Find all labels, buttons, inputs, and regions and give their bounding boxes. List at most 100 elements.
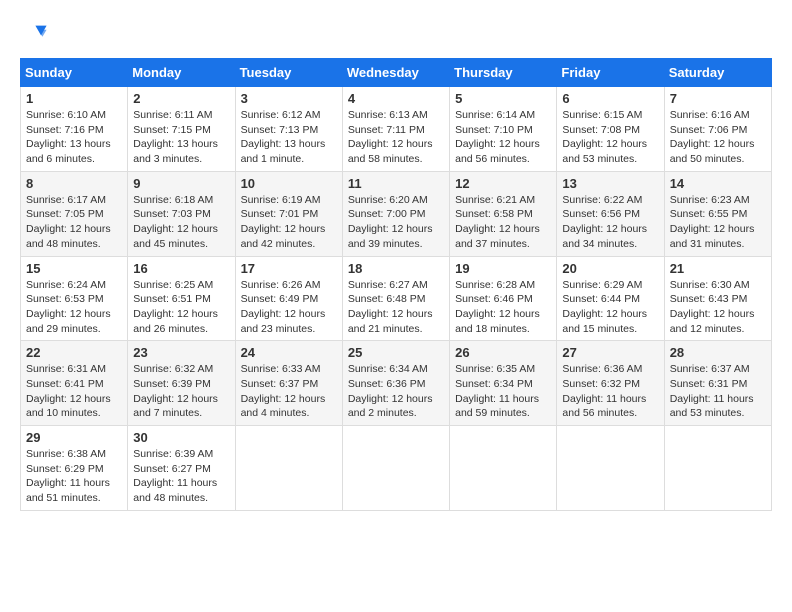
weekday-header-friday: Friday: [557, 59, 664, 87]
day-content: Sunrise: 6:24 AM Sunset: 6:53 PM Dayligh…: [26, 278, 122, 337]
day-number: 22: [26, 345, 122, 360]
logo: [20, 20, 52, 48]
day-number: 21: [670, 261, 766, 276]
weekday-header-row: SundayMondayTuesdayWednesdayThursdayFrid…: [21, 59, 772, 87]
weekday-header-monday: Monday: [128, 59, 235, 87]
day-content: Sunrise: 6:26 AM Sunset: 6:49 PM Dayligh…: [241, 278, 337, 337]
day-content: Sunrise: 6:17 AM Sunset: 7:05 PM Dayligh…: [26, 193, 122, 252]
calendar-table: SundayMondayTuesdayWednesdayThursdayFrid…: [20, 58, 772, 511]
day-content: Sunrise: 6:10 AM Sunset: 7:16 PM Dayligh…: [26, 108, 122, 167]
day-number: 13: [562, 176, 658, 191]
day-number: 3: [241, 91, 337, 106]
day-content: Sunrise: 6:33 AM Sunset: 6:37 PM Dayligh…: [241, 362, 337, 421]
calendar-cell: 22 Sunrise: 6:31 AM Sunset: 6:41 PM Dayl…: [21, 341, 128, 426]
calendar-cell: 17 Sunrise: 6:26 AM Sunset: 6:49 PM Dayl…: [235, 256, 342, 341]
calendar-week-3: 15 Sunrise: 6:24 AM Sunset: 6:53 PM Dayl…: [21, 256, 772, 341]
day-content: Sunrise: 6:11 AM Sunset: 7:15 PM Dayligh…: [133, 108, 229, 167]
day-number: 16: [133, 261, 229, 276]
calendar-cell: 27 Sunrise: 6:36 AM Sunset: 6:32 PM Dayl…: [557, 341, 664, 426]
day-content: Sunrise: 6:38 AM Sunset: 6:29 PM Dayligh…: [26, 447, 122, 506]
calendar-cell: 11 Sunrise: 6:20 AM Sunset: 7:00 PM Dayl…: [342, 171, 449, 256]
calendar-cell: 2 Sunrise: 6:11 AM Sunset: 7:15 PM Dayli…: [128, 87, 235, 172]
day-content: Sunrise: 6:16 AM Sunset: 7:06 PM Dayligh…: [670, 108, 766, 167]
day-content: Sunrise: 6:32 AM Sunset: 6:39 PM Dayligh…: [133, 362, 229, 421]
day-number: 26: [455, 345, 551, 360]
weekday-header-tuesday: Tuesday: [235, 59, 342, 87]
weekday-header-saturday: Saturday: [664, 59, 771, 87]
day-content: Sunrise: 6:14 AM Sunset: 7:10 PM Dayligh…: [455, 108, 551, 167]
calendar-cell: 23 Sunrise: 6:32 AM Sunset: 6:39 PM Dayl…: [128, 341, 235, 426]
day-number: 9: [133, 176, 229, 191]
day-content: Sunrise: 6:25 AM Sunset: 6:51 PM Dayligh…: [133, 278, 229, 337]
calendar-week-4: 22 Sunrise: 6:31 AM Sunset: 6:41 PM Dayl…: [21, 341, 772, 426]
day-content: Sunrise: 6:22 AM Sunset: 6:56 PM Dayligh…: [562, 193, 658, 252]
day-number: 7: [670, 91, 766, 106]
calendar-cell: [342, 426, 449, 511]
day-number: 17: [241, 261, 337, 276]
calendar-cell: 24 Sunrise: 6:33 AM Sunset: 6:37 PM Dayl…: [235, 341, 342, 426]
day-number: 15: [26, 261, 122, 276]
calendar-cell: 10 Sunrise: 6:19 AM Sunset: 7:01 PM Dayl…: [235, 171, 342, 256]
day-content: Sunrise: 6:39 AM Sunset: 6:27 PM Dayligh…: [133, 447, 229, 506]
day-content: Sunrise: 6:20 AM Sunset: 7:00 PM Dayligh…: [348, 193, 444, 252]
calendar-cell: 21 Sunrise: 6:30 AM Sunset: 6:43 PM Dayl…: [664, 256, 771, 341]
day-number: 11: [348, 176, 444, 191]
day-content: Sunrise: 6:27 AM Sunset: 6:48 PM Dayligh…: [348, 278, 444, 337]
calendar-cell: 28 Sunrise: 6:37 AM Sunset: 6:31 PM Dayl…: [664, 341, 771, 426]
day-number: 18: [348, 261, 444, 276]
weekday-header-thursday: Thursday: [450, 59, 557, 87]
calendar-cell: 19 Sunrise: 6:28 AM Sunset: 6:46 PM Dayl…: [450, 256, 557, 341]
calendar-cell: 8 Sunrise: 6:17 AM Sunset: 7:05 PM Dayli…: [21, 171, 128, 256]
day-content: Sunrise: 6:23 AM Sunset: 6:55 PM Dayligh…: [670, 193, 766, 252]
day-number: 23: [133, 345, 229, 360]
calendar-cell: 30 Sunrise: 6:39 AM Sunset: 6:27 PM Dayl…: [128, 426, 235, 511]
day-content: Sunrise: 6:18 AM Sunset: 7:03 PM Dayligh…: [133, 193, 229, 252]
calendar-cell: 6 Sunrise: 6:15 AM Sunset: 7:08 PM Dayli…: [557, 87, 664, 172]
day-content: Sunrise: 6:36 AM Sunset: 6:32 PM Dayligh…: [562, 362, 658, 421]
day-content: Sunrise: 6:15 AM Sunset: 7:08 PM Dayligh…: [562, 108, 658, 167]
page-header: [20, 20, 772, 48]
day-number: 29: [26, 430, 122, 445]
calendar-cell: 12 Sunrise: 6:21 AM Sunset: 6:58 PM Dayl…: [450, 171, 557, 256]
day-number: 6: [562, 91, 658, 106]
day-number: 10: [241, 176, 337, 191]
calendar-week-2: 8 Sunrise: 6:17 AM Sunset: 7:05 PM Dayli…: [21, 171, 772, 256]
day-number: 25: [348, 345, 444, 360]
calendar-cell: [664, 426, 771, 511]
day-number: 5: [455, 91, 551, 106]
calendar-cell: 1 Sunrise: 6:10 AM Sunset: 7:16 PM Dayli…: [21, 87, 128, 172]
calendar-cell: 26 Sunrise: 6:35 AM Sunset: 6:34 PM Dayl…: [450, 341, 557, 426]
calendar-cell: 13 Sunrise: 6:22 AM Sunset: 6:56 PM Dayl…: [557, 171, 664, 256]
calendar-week-5: 29 Sunrise: 6:38 AM Sunset: 6:29 PM Dayl…: [21, 426, 772, 511]
weekday-header-sunday: Sunday: [21, 59, 128, 87]
day-number: 30: [133, 430, 229, 445]
day-number: 20: [562, 261, 658, 276]
logo-icon: [20, 20, 48, 48]
calendar-cell: [557, 426, 664, 511]
day-content: Sunrise: 6:12 AM Sunset: 7:13 PM Dayligh…: [241, 108, 337, 167]
calendar-cell: 29 Sunrise: 6:38 AM Sunset: 6:29 PM Dayl…: [21, 426, 128, 511]
day-content: Sunrise: 6:29 AM Sunset: 6:44 PM Dayligh…: [562, 278, 658, 337]
weekday-header-wednesday: Wednesday: [342, 59, 449, 87]
day-number: 12: [455, 176, 551, 191]
day-content: Sunrise: 6:28 AM Sunset: 6:46 PM Dayligh…: [455, 278, 551, 337]
day-number: 2: [133, 91, 229, 106]
day-content: Sunrise: 6:37 AM Sunset: 6:31 PM Dayligh…: [670, 362, 766, 421]
calendar-cell: [450, 426, 557, 511]
day-content: Sunrise: 6:35 AM Sunset: 6:34 PM Dayligh…: [455, 362, 551, 421]
day-number: 1: [26, 91, 122, 106]
day-content: Sunrise: 6:34 AM Sunset: 6:36 PM Dayligh…: [348, 362, 444, 421]
calendar-cell: 7 Sunrise: 6:16 AM Sunset: 7:06 PM Dayli…: [664, 87, 771, 172]
day-number: 8: [26, 176, 122, 191]
calendar-cell: 16 Sunrise: 6:25 AM Sunset: 6:51 PM Dayl…: [128, 256, 235, 341]
calendar-cell: 14 Sunrise: 6:23 AM Sunset: 6:55 PM Dayl…: [664, 171, 771, 256]
day-number: 24: [241, 345, 337, 360]
day-number: 28: [670, 345, 766, 360]
day-number: 19: [455, 261, 551, 276]
day-content: Sunrise: 6:13 AM Sunset: 7:11 PM Dayligh…: [348, 108, 444, 167]
day-number: 14: [670, 176, 766, 191]
day-content: Sunrise: 6:30 AM Sunset: 6:43 PM Dayligh…: [670, 278, 766, 337]
calendar-cell: 25 Sunrise: 6:34 AM Sunset: 6:36 PM Dayl…: [342, 341, 449, 426]
calendar-week-1: 1 Sunrise: 6:10 AM Sunset: 7:16 PM Dayli…: [21, 87, 772, 172]
day-content: Sunrise: 6:19 AM Sunset: 7:01 PM Dayligh…: [241, 193, 337, 252]
